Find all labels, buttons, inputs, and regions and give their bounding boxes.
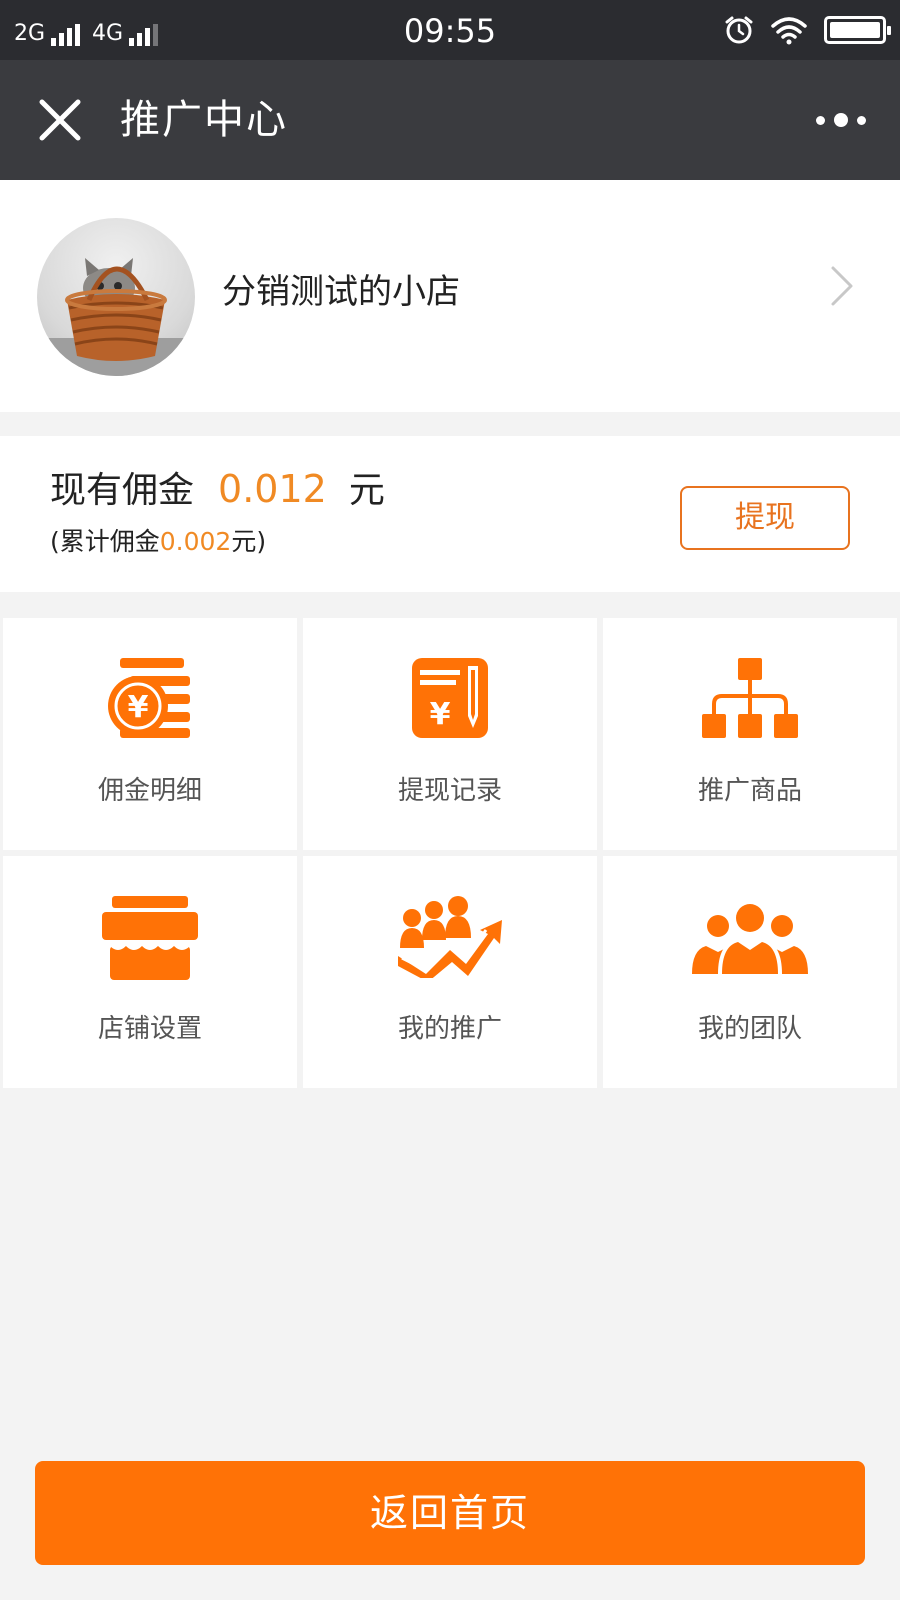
svg-text:¥: ¥ bbox=[430, 697, 451, 732]
coin-stack-icon: ¥ bbox=[3, 656, 297, 740]
alarm-icon bbox=[725, 16, 753, 44]
chevron-right-icon bbox=[831, 266, 853, 306]
status-icons bbox=[724, 14, 891, 46]
nav-bar: 推广中心 bbox=[0, 60, 900, 180]
storefront-icon bbox=[3, 896, 297, 980]
total-suffix: 元) bbox=[231, 527, 267, 556]
commission-current: 现有佣金 0.012 元 bbox=[50, 466, 385, 514]
total-amount: 0.002 bbox=[159, 527, 232, 556]
growth-people-icon bbox=[303, 896, 597, 978]
more-menu-icon[interactable] bbox=[816, 108, 866, 132]
menu-label: 提现记录 bbox=[397, 776, 502, 806]
menu-item-my-team[interactable]: 我的团队 bbox=[603, 856, 897, 1088]
menu-label: 我的团队 bbox=[697, 1014, 802, 1044]
avatar bbox=[37, 218, 195, 376]
withdraw-record-icon: ¥ bbox=[303, 658, 597, 738]
back-home-button[interactable]: 返回首页 bbox=[35, 1461, 865, 1565]
wifi-icon bbox=[771, 17, 807, 45]
team-icon bbox=[603, 900, 897, 976]
menu-label: 佣金明细 bbox=[97, 776, 202, 806]
commission-amount: 0.012 bbox=[218, 467, 327, 511]
battery-icon bbox=[824, 16, 891, 44]
menu-label: 我的推广 bbox=[397, 1014, 502, 1044]
menu-item-my-promotion[interactable]: 我的推广 bbox=[303, 856, 597, 1088]
menu-item-shop-settings[interactable]: 店铺设置 bbox=[3, 856, 297, 1088]
close-icon[interactable] bbox=[38, 98, 82, 142]
org-tree-icon bbox=[603, 658, 897, 738]
shop-name: 分销测试的小店 bbox=[222, 272, 460, 312]
menu-item-commission-detail[interactable]: ¥ 佣金明细 bbox=[3, 618, 297, 850]
menu-item-promo-products[interactable]: 推广商品 bbox=[603, 618, 897, 850]
total-prefix: (累计佣金 bbox=[50, 527, 160, 556]
page-title: 推广中心 bbox=[120, 97, 288, 143]
withdraw-button[interactable]: 提现 bbox=[680, 486, 850, 550]
shop-profile-row[interactable]: 分销测试的小店 bbox=[0, 180, 900, 412]
commission-label: 现有佣金 bbox=[50, 470, 195, 511]
menu-label: 推广商品 bbox=[697, 776, 802, 806]
commission-unit: 元 bbox=[348, 470, 385, 511]
menu-label: 店铺设置 bbox=[97, 1014, 202, 1044]
status-bar: 2G 4G 09:55 bbox=[0, 0, 900, 60]
commission-panel: 现有佣金 0.012 元 (累计佣金0.002元) 提现 bbox=[0, 436, 900, 592]
menu-item-withdraw-record[interactable]: ¥ 提现记录 bbox=[303, 618, 597, 850]
commission-total: (累计佣金0.002元) bbox=[50, 524, 266, 560]
svg-text:¥: ¥ bbox=[128, 690, 149, 725]
